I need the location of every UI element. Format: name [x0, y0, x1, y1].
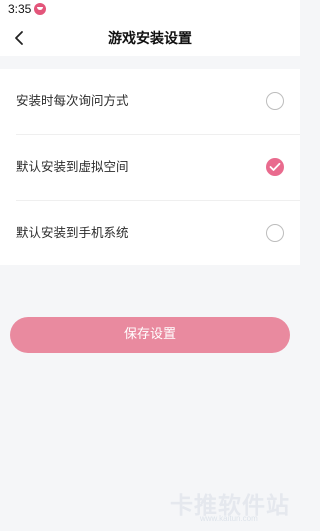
option-install-phone-system[interactable]: 默认安装到手机系统	[0, 201, 300, 266]
page-title: 游戏安装设置	[108, 31, 192, 47]
option-label: 安装时每次询问方式	[16, 93, 129, 108]
install-options-list: 安装时每次询问方式 默认安装到虚拟空间 默认安装到手机系统	[0, 69, 300, 265]
watermark: 卡推软件站 www.kaitun.com	[170, 486, 295, 526]
status-bar: 3:35	[0, 0, 300, 20]
status-time: 3:35	[8, 2, 32, 16]
save-settings-button[interactable]: 保存设置	[10, 317, 290, 353]
option-label: 默认安装到虚拟空间	[16, 159, 129, 174]
option-install-virtual-space[interactable]: 默认安装到虚拟空间	[0, 135, 300, 200]
app-notification-icon	[34, 3, 46, 15]
option-ask-each-time[interactable]: 安装时每次询问方式	[0, 69, 300, 134]
option-label: 默认安装到手机系统	[16, 225, 129, 240]
header: 游戏安装设置	[0, 20, 300, 56]
radio-checked[interactable]	[266, 158, 284, 176]
radio-unchecked[interactable]	[266, 224, 284, 242]
checkmark-icon	[269, 162, 281, 171]
radio-unchecked[interactable]	[266, 92, 284, 110]
watermark-url: www.kaitun.com	[200, 514, 258, 523]
